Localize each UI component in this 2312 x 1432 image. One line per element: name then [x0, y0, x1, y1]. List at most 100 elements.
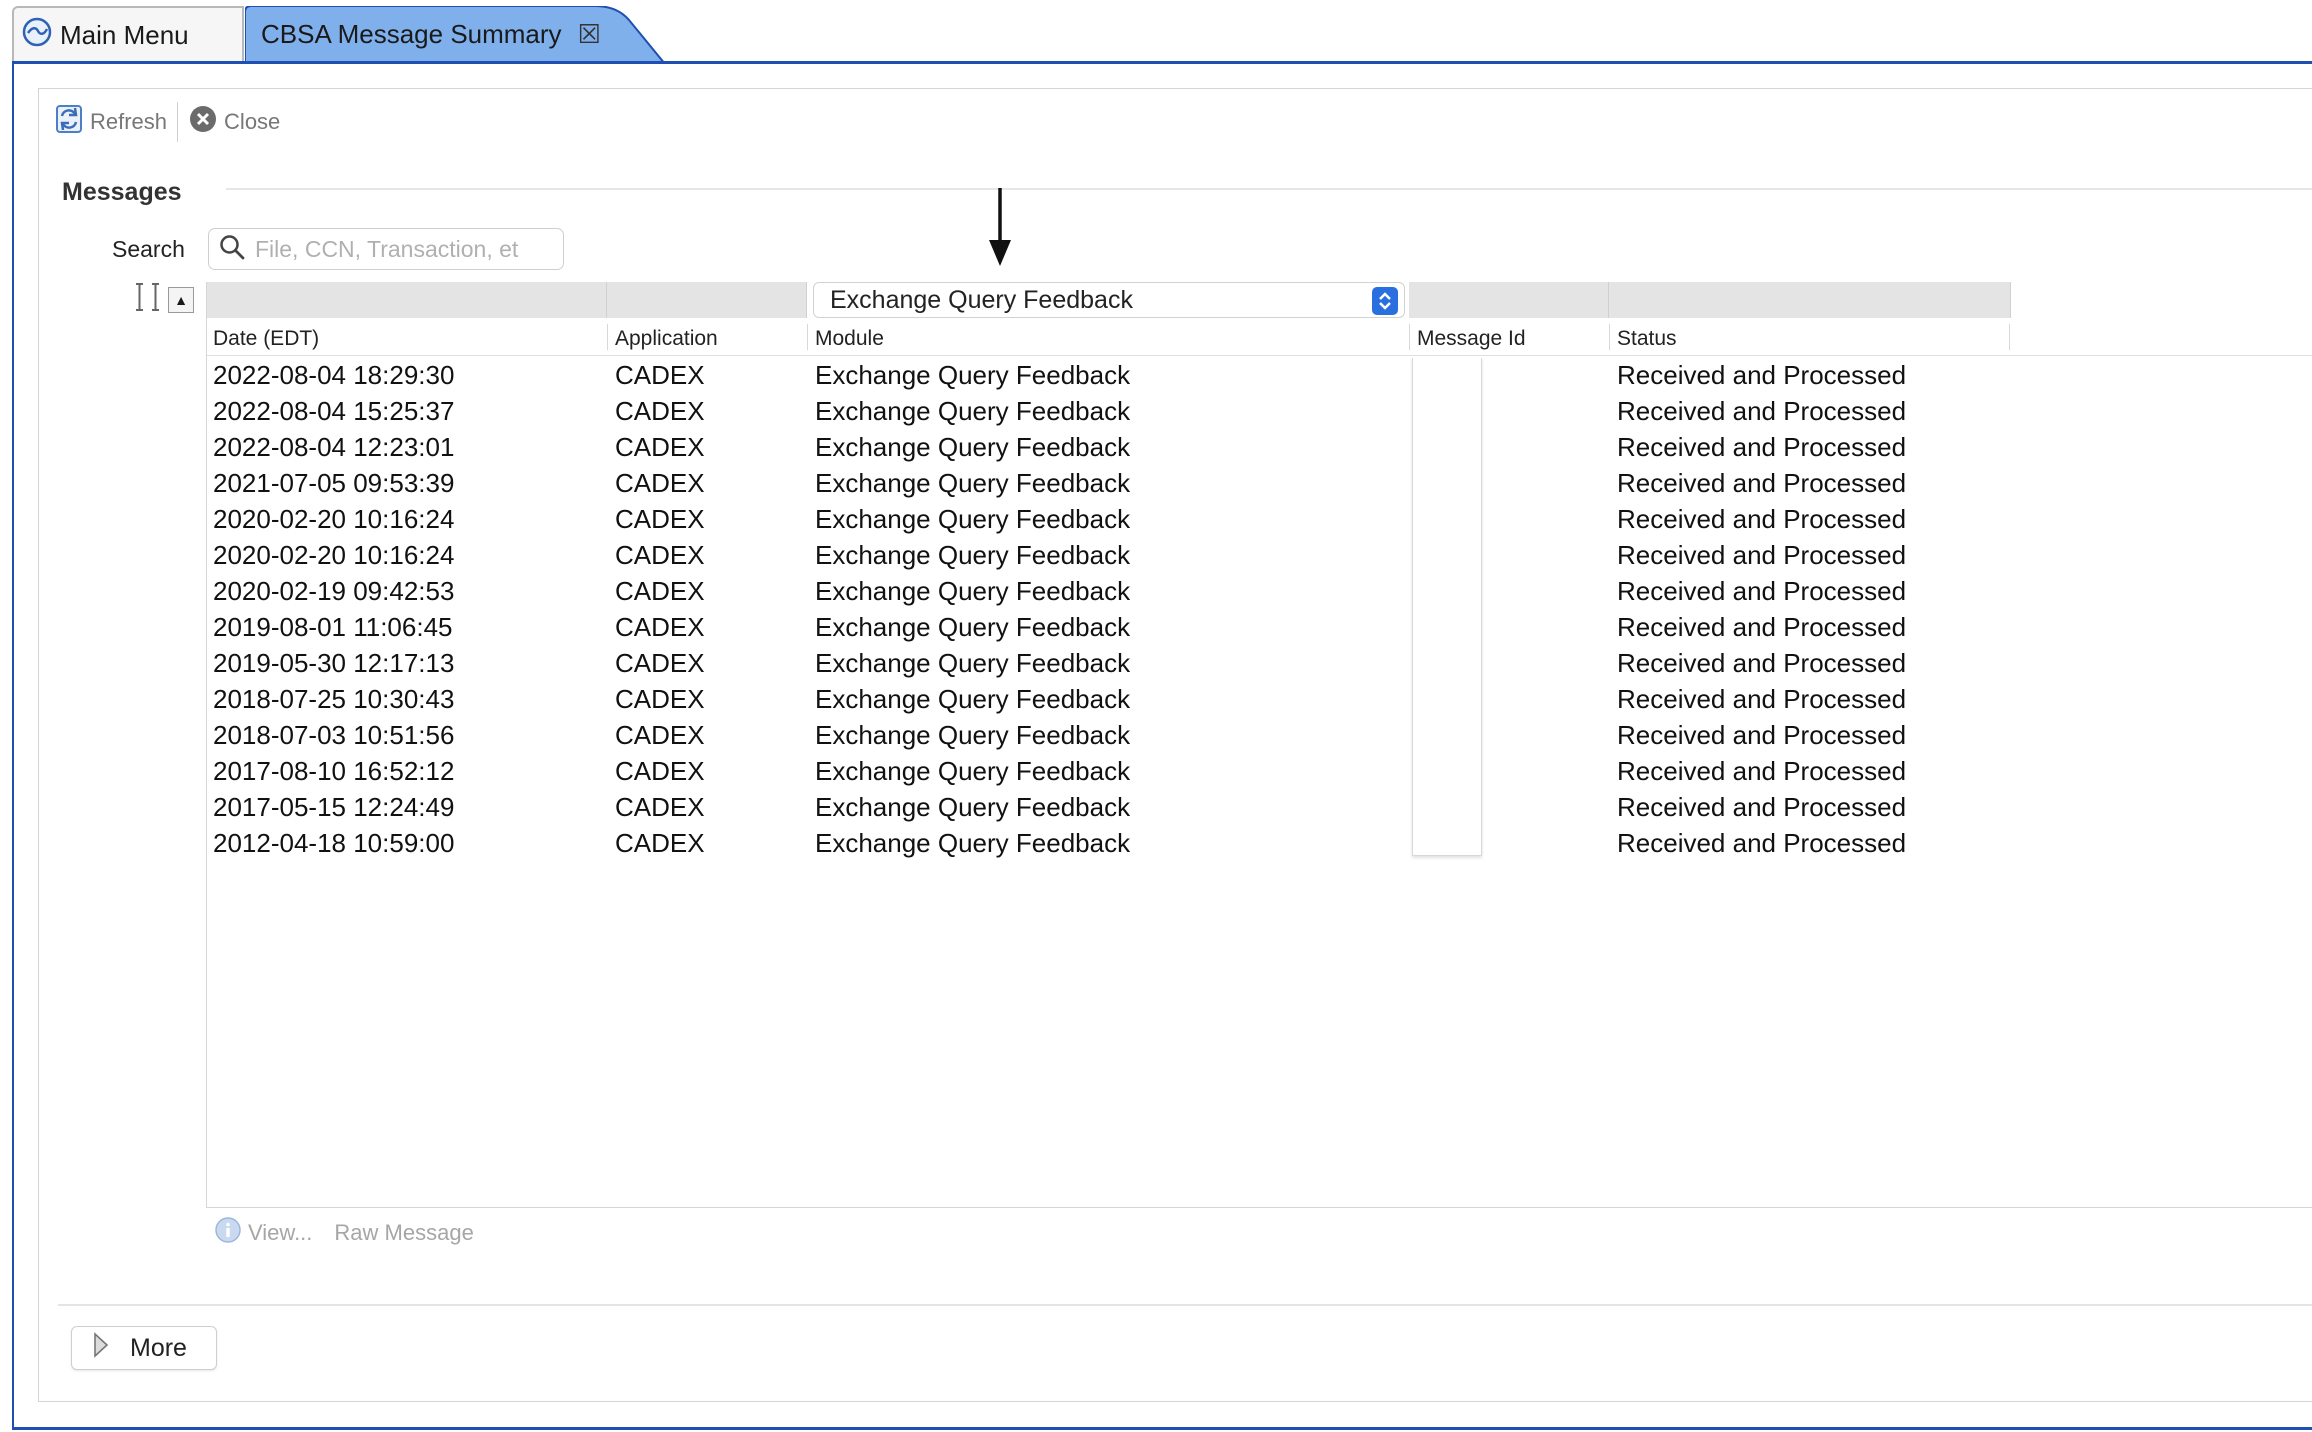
cell-status: Received and Processed	[1617, 756, 1907, 786]
cell-application: CADEX	[615, 360, 705, 390]
cell-date: 2017-05-15 12:24:49	[213, 792, 455, 822]
close-circle-icon	[188, 104, 218, 140]
col-header-module[interactable]: Module	[809, 327, 884, 351]
cell-module: Exchange Query Feedback	[815, 396, 1131, 426]
section-divider	[226, 188, 2312, 190]
tab-cbsa-label: CBSA Message Summary	[261, 19, 562, 49]
view-button[interactable]: View...	[214, 1216, 312, 1250]
toolbar: Refresh Close	[54, 102, 280, 142]
cell-module: Exchange Query Feedback	[815, 828, 1131, 858]
table-row[interactable]: 2012-04-18 10:59:00 CADEX Exchange Query F…	[207, 826, 2312, 862]
table-row[interactable]: 2017-08-10 16:52:12 CADEX Exchange Query F…	[207, 754, 2312, 790]
cell-date: 2017-08-10 16:52:12	[213, 756, 455, 786]
search-input[interactable]	[255, 235, 555, 263]
more-label: More	[130, 1333, 187, 1362]
table-row[interactable]: 2020-02-20 10:16:24 CADEX Exchange Query F…	[207, 538, 2312, 574]
app-logo-icon	[22, 17, 52, 54]
sort-up-icon[interactable]: ▲	[168, 286, 194, 313]
more-button[interactable]: More	[71, 1326, 217, 1370]
filter-date[interactable]	[207, 282, 607, 318]
cell-module: Exchange Query Feedback	[815, 684, 1131, 714]
cell-status: Received and Processed	[1617, 360, 1907, 390]
filter-application[interactable]	[607, 282, 807, 318]
cell-status: Received and Processed	[1617, 720, 1907, 750]
raw-message-button[interactable]: Raw Message	[334, 1220, 473, 1246]
cell-status: Received and Processed	[1617, 540, 1907, 570]
table-row[interactable]: 2017-05-15 12:24:49 CADEX Exchange Query F…	[207, 790, 2312, 826]
cell-status: Received and Processed	[1617, 792, 1907, 822]
close-button[interactable]: Close	[188, 104, 280, 140]
col-header-status[interactable]: Status	[1611, 327, 1677, 351]
cell-application: CADEX	[615, 648, 705, 678]
cell-application: CADEX	[615, 396, 705, 426]
tab-main-menu[interactable]: Main Menu	[12, 6, 244, 63]
cell-date: 2018-07-03 10:51:56	[213, 720, 455, 750]
table-row[interactable]: 2019-08-01 11:06:45 CADEX Exchange Query F…	[207, 610, 2312, 646]
refresh-label: Refresh	[90, 109, 168, 134]
table-row[interactable]: 2018-07-25 10:30:43 CADEX Exchange Query F…	[207, 682, 2312, 718]
cell-date: 2020-02-20 10:16:24	[213, 540, 455, 570]
table-body: 2022-08-04 18:29:30 CADEX Exchange Query F…	[207, 358, 2312, 862]
cell-module: Exchange Query Feedback	[815, 612, 1131, 642]
cell-date: 2022-08-04 15:25:37	[213, 396, 455, 426]
module-filter-select[interactable]: Exchange Query Feedback	[813, 282, 1405, 318]
cell-application: CADEX	[615, 612, 705, 642]
filter-message-id[interactable]	[1409, 282, 1609, 318]
cell-application: CADEX	[615, 828, 705, 858]
cell-application: CADEX	[615, 792, 705, 822]
cell-status: Received and Processed	[1617, 396, 1907, 426]
refresh-button[interactable]: Refresh	[54, 103, 167, 141]
footer-divider	[58, 1304, 2312, 1306]
refresh-icon	[54, 103, 84, 141]
select-chevrons-icon[interactable]	[1372, 287, 1398, 315]
cell-module: Exchange Query Feedback	[815, 468, 1131, 498]
cell-module: Exchange Query Feedback	[815, 792, 1131, 822]
cell-date: 2012-04-18 10:59:00	[213, 828, 455, 858]
view-label: View...	[248, 1220, 313, 1245]
cell-date: 2020-02-20 10:16:24	[213, 504, 455, 534]
table-row[interactable]: 2021-07-05 09:53:39 CADEX Exchange Query F…	[207, 466, 2312, 502]
table-row[interactable]: 2022-08-04 18:29:30 CADEX Exchange Query F…	[207, 358, 2312, 394]
tab-main-menu-label: Main Menu	[60, 20, 189, 50]
search-field[interactable]	[208, 228, 564, 270]
close-label: Close	[224, 109, 281, 134]
cell-date: 2021-07-05 09:53:39	[213, 468, 455, 498]
search-label: Search	[112, 236, 185, 262]
table-row[interactable]: 2022-08-04 12:23:01 CADEX Exchange Query F…	[207, 430, 2312, 466]
cell-date: 2022-08-04 12:23:01	[213, 432, 455, 462]
cell-module: Exchange Query Feedback	[815, 432, 1131, 462]
table-row[interactable]: 2019-05-30 12:17:13 CADEX Exchange Query F…	[207, 646, 2312, 682]
tab-close-icon[interactable]: ☒	[578, 19, 601, 50]
table-row[interactable]: 2020-02-19 09:42:53 CADEX Exchange Query F…	[207, 574, 2312, 610]
messages-table: Exchange Query Feedback Date (EDT) Appli…	[206, 282, 2312, 1208]
cell-module: Exchange Query Feedback	[815, 504, 1131, 534]
cell-date: 2018-07-25 10:30:43	[213, 684, 455, 714]
toolbar-separator	[177, 102, 179, 142]
table-row[interactable]: 2018-07-03 10:51:56 CADEX Exchange Query F…	[207, 718, 2312, 754]
tab-cbsa-message-summary[interactable]: CBSA Message Summary ☒	[245, 6, 665, 64]
table-row[interactable]: 2022-08-04 15:25:37 CADEX Exchange Query F…	[207, 394, 2312, 430]
filter-status[interactable]	[1609, 282, 2011, 318]
cell-status: Received and Processed	[1617, 576, 1907, 606]
col-header-application[interactable]: Application	[609, 327, 718, 351]
cell-status: Received and Processed	[1617, 468, 1907, 498]
column-resize-icon[interactable]	[132, 280, 164, 319]
info-icon	[214, 1216, 242, 1250]
cell-application: CADEX	[615, 432, 705, 462]
col-divider	[2009, 324, 2010, 350]
col-header-date[interactable]: Date (EDT)	[207, 327, 319, 351]
tab-bar: Main Menu CBSA Message Summary ☒	[0, 0, 2312, 64]
cell-status: Received and Processed	[1617, 828, 1907, 858]
cell-module: Exchange Query Feedback	[815, 756, 1131, 786]
cell-module: Exchange Query Feedback	[815, 648, 1131, 678]
cell-date: 2019-08-01 11:06:45	[213, 612, 453, 642]
down-arrow-annotation	[987, 188, 1013, 273]
col-header-message-id[interactable]: Message Id	[1411, 327, 1526, 351]
cell-application: CADEX	[615, 540, 705, 570]
raw-message-label: Raw Message	[334, 1220, 474, 1245]
cell-module: Exchange Query Feedback	[815, 360, 1131, 390]
section-title-messages: Messages	[62, 178, 182, 206]
col-divider	[607, 324, 608, 350]
table-row[interactable]: 2020-02-20 10:16:24 CADEX Exchange Query F…	[207, 502, 2312, 538]
module-filter-value: Exchange Query Feedback	[830, 285, 1133, 314]
